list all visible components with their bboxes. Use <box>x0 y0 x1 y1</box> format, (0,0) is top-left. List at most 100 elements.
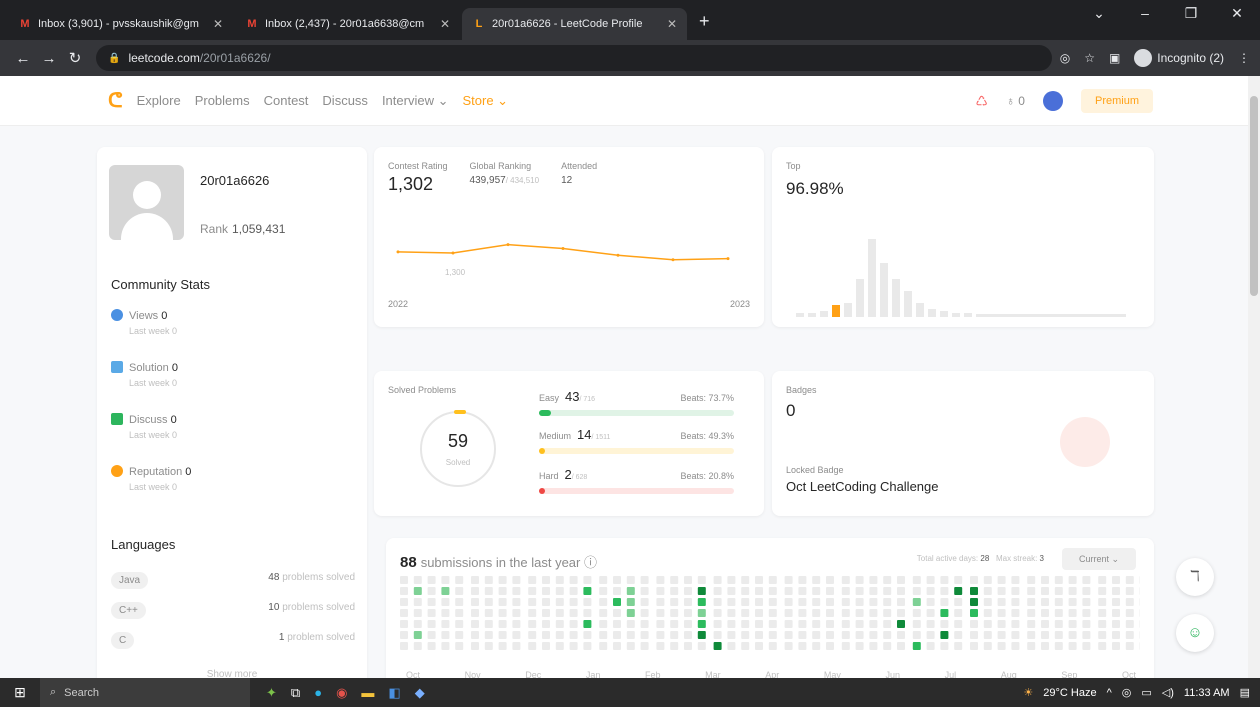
language-pill[interactable]: Java <box>111 572 149 589</box>
heatmap-cell[interactable] <box>400 598 408 606</box>
new-tab-button[interactable]: + <box>699 11 710 32</box>
heatmap-cell[interactable] <box>528 620 537 628</box>
user-avatar[interactable] <box>1042 91 1063 111</box>
heatmap-cell[interactable] <box>512 587 521 595</box>
nav-store[interactable]: Store ⌄ <box>462 93 508 109</box>
heatmap-cell[interactable] <box>755 576 763 584</box>
heatmap-cell[interactable] <box>1125 598 1134 606</box>
heatmap-cell[interactable] <box>512 609 521 617</box>
heatmap-cell[interactable] <box>613 576 621 584</box>
language-pill[interactable]: C <box>111 632 135 649</box>
heatmap-cell[interactable] <box>1082 587 1091 595</box>
heatmap-cell[interactable] <box>555 620 564 628</box>
heatmap-cell[interactable] <box>1041 587 1049 595</box>
heatmap-cell[interactable] <box>841 631 850 639</box>
nav-problems[interactable]: Problems <box>195 93 250 109</box>
browser-tab-gmail-2[interactable]: M Inbox (2,437) - 20r01a6638@cm ✕ <box>235 8 460 40</box>
heatmap-cell[interactable] <box>954 642 963 650</box>
heatmap-cell[interactable] <box>656 642 665 650</box>
heatmap-cell[interactable] <box>697 609 706 617</box>
premium-button[interactable]: Premium <box>1080 89 1153 113</box>
heatmap-cell[interactable] <box>471 598 479 606</box>
heatmap-cell[interactable] <box>670 587 679 595</box>
heatmap-cell[interactable] <box>741 642 750 650</box>
heatmap-cell[interactable] <box>555 631 564 639</box>
heatmap-cell[interactable] <box>555 642 564 650</box>
heatmap-cell[interactable] <box>855 576 864 584</box>
clock[interactable]: 11:33 AM <box>1184 687 1230 699</box>
heatmap-cell[interactable] <box>713 576 722 584</box>
heatmap-cell[interactable] <box>983 587 992 595</box>
bookmark-star-icon[interactable]: ☆ <box>1084 51 1095 65</box>
heatmap-cell[interactable] <box>656 598 665 606</box>
heatmap-cell[interactable] <box>812 598 821 606</box>
notifications-icon[interactable]: ▤ <box>1240 686 1250 699</box>
heatmap-cell[interactable] <box>983 642 992 650</box>
heatmap-cell[interactable] <box>1041 631 1049 639</box>
heatmap-cell[interactable] <box>684 620 692 628</box>
heatmap-cell[interactable] <box>697 576 706 584</box>
distribution-histogram[interactable] <box>786 229 1136 319</box>
heatmap-cell[interactable] <box>912 587 921 595</box>
heatmap-cell[interactable] <box>997 642 1006 650</box>
heatmap-cell[interactable] <box>798 576 807 584</box>
heatmap-cell[interactable] <box>940 576 949 584</box>
heatmap-cell[interactable] <box>613 587 621 595</box>
edge-icon[interactable]: ● <box>314 685 322 701</box>
heatmap-cell[interactable] <box>1082 609 1091 617</box>
heatmap-cell[interactable] <box>1098 576 1107 584</box>
heatmap-cell[interactable] <box>583 609 592 617</box>
heatmap-cell[interactable] <box>599 587 608 595</box>
heatmap-cell[interactable] <box>542 598 550 606</box>
heatmap-cell[interactable] <box>883 576 892 584</box>
heatmap-cell[interactable] <box>912 642 921 650</box>
heatmap-cell[interactable] <box>413 576 422 584</box>
heatmap-cell[interactable] <box>413 609 422 617</box>
url-input[interactable]: 🔒 leetcode.com /20r01a6626/ <box>96 45 1052 71</box>
heatmap-cell[interactable] <box>1068 609 1077 617</box>
heatmap-cell[interactable] <box>826 631 834 639</box>
heatmap-cell[interactable] <box>471 609 479 617</box>
heatmap-cell[interactable] <box>768 587 777 595</box>
heatmap-cell[interactable] <box>883 609 892 617</box>
heatmap-cell[interactable] <box>542 609 550 617</box>
heatmap-cell[interactable] <box>498 598 507 606</box>
year-select[interactable]: Current ⌄ <box>1062 548 1136 570</box>
heatmap-cell[interactable] <box>1068 587 1077 595</box>
heatmap-cell[interactable] <box>555 587 564 595</box>
heatmap-cell[interactable] <box>954 598 963 606</box>
task-view-icon[interactable]: ⧉ <box>291 685 300 701</box>
heatmap-cell[interactable] <box>684 587 692 595</box>
heatmap-cell[interactable] <box>1011 576 1020 584</box>
heatmap-cell[interactable] <box>727 609 736 617</box>
heatmap-cell[interactable] <box>755 598 763 606</box>
heatmap-cell[interactable] <box>1027 642 1036 650</box>
heatmap-cell[interactable] <box>599 620 608 628</box>
heatmap-cell[interactable] <box>812 631 821 639</box>
heatmap-cell[interactable] <box>484 609 493 617</box>
heatmap-cell[interactable] <box>569 631 578 639</box>
heatmap-cell[interactable] <box>1011 587 1020 595</box>
heatmap-cell[interactable] <box>1125 631 1134 639</box>
heatmap-cell[interactable] <box>1027 587 1036 595</box>
close-tab-icon[interactable]: ✕ <box>213 17 223 31</box>
heatmap-cell[interactable] <box>727 598 736 606</box>
back-button[interactable]: ← <box>10 50 36 67</box>
heatmap-cell[interactable] <box>897 598 905 606</box>
heatmap-cell[interactable] <box>1098 609 1107 617</box>
heatmap-cell[interactable] <box>741 620 750 628</box>
heatmap-cell[interactable] <box>640 598 649 606</box>
heatmap-cell[interactable] <box>512 576 521 584</box>
heatmap-cell[interactable] <box>713 598 722 606</box>
heatmap-cell[interactable] <box>768 598 777 606</box>
heatmap-cell[interactable] <box>784 576 793 584</box>
heatmap-cell[interactable] <box>542 587 550 595</box>
side-panel-icon[interactable]: ▣ <box>1109 51 1120 65</box>
heatmap-cell[interactable] <box>912 609 921 617</box>
heatmap-cell[interactable] <box>855 620 864 628</box>
heatmap-cell[interactable] <box>883 598 892 606</box>
heatmap-cell[interactable] <box>798 642 807 650</box>
heatmap-cell[interactable] <box>583 587 592 595</box>
heatmap-cell[interactable] <box>727 576 736 584</box>
heatmap-cell[interactable] <box>926 576 935 584</box>
